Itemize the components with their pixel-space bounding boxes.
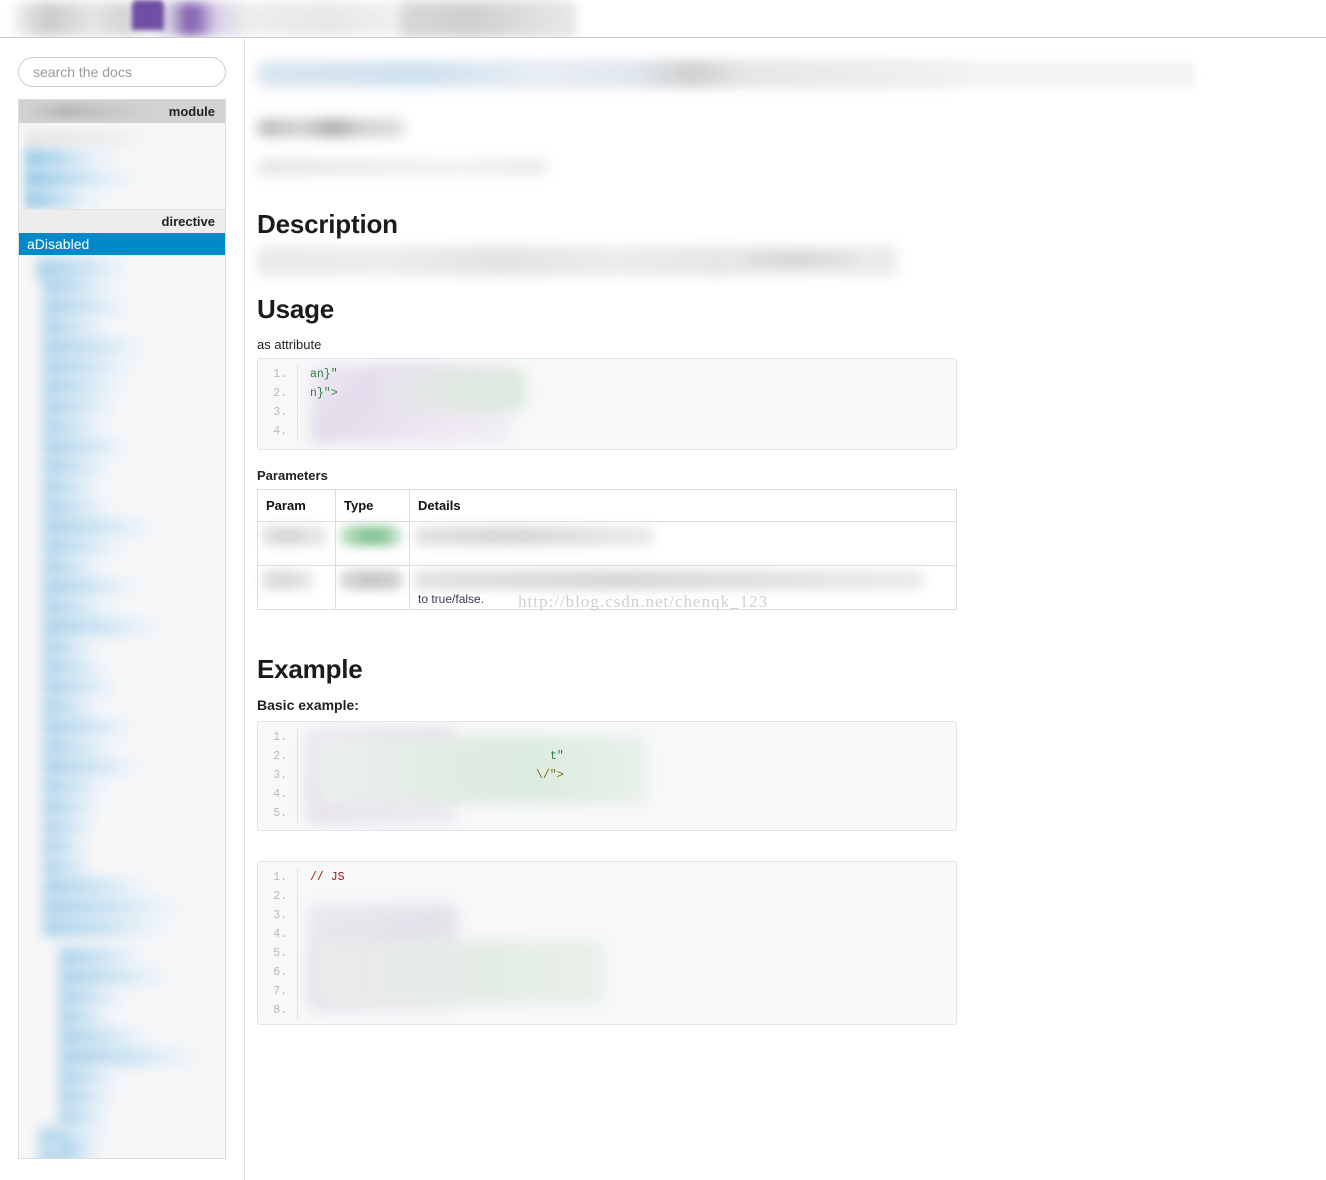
code-line-number: 1. [258, 365, 298, 384]
code-line-number: 5. [258, 944, 298, 963]
parameters-heading: Parameters [257, 468, 328, 483]
search-container [0, 39, 244, 99]
param-blurred-value [262, 570, 314, 590]
code-line-number: 2. [258, 747, 298, 766]
code-line: 8. [258, 1001, 956, 1020]
cell-type [335, 521, 410, 566]
example-heading: Example [257, 654, 363, 684]
table-header-row: Param Type Details [257, 489, 957, 522]
sidebar-item-adisabled[interactable]: aDisabled [19, 233, 225, 255]
code-line: 7. [258, 982, 956, 1001]
main-content: Description Usage as attribute 1. an}" 2… [245, 39, 1326, 1180]
code-line-number: 2. [258, 887, 298, 906]
code-line-text: \/"> [536, 769, 564, 782]
code-line-number: 7. [258, 982, 298, 1001]
code-line-number: 5. [258, 804, 298, 823]
doc-body: Description Usage as attribute 1. an}" 2… [245, 39, 1245, 1025]
usage-attribute-label: as attribute [257, 337, 322, 352]
browser-tab-secondary[interactable] [400, 2, 576, 36]
code-line-number: 3. [258, 766, 298, 785]
table-row [257, 521, 957, 566]
code-line: 5. [258, 944, 956, 963]
page-title-blurred [257, 61, 957, 87]
code-line-number: 1. [258, 868, 298, 887]
code-line: 1. // JS [258, 868, 956, 887]
usage-code-block[interactable]: 1. an}" 2. n}"> 3. 4. [257, 358, 957, 450]
description-heading: Description [257, 209, 398, 239]
nav-group-header-directive: directive [19, 209, 225, 233]
code-line-number: 6. [258, 963, 298, 982]
code-line: 4. [258, 925, 956, 944]
code-line-text: t" [550, 750, 564, 763]
code-line: 5. [258, 804, 956, 823]
page-meta-blurred [257, 159, 547, 175]
code-line-text: an}" [310, 368, 338, 381]
description-body-blurred [257, 246, 897, 276]
code-line-number: 1. [258, 728, 298, 747]
code-line: 1. an}" [258, 365, 956, 384]
example-js-code-block[interactable]: 1. // JS 2. 3. 4. 5. 6. 7. 8. [257, 861, 957, 1025]
description-tail-fragment [747, 252, 857, 266]
code-line: 3. \/"> [258, 766, 956, 785]
sidebar-item-label: aDisabled [27, 236, 90, 252]
type-blurred-value [340, 526, 402, 546]
code-line-number: 4. [258, 785, 298, 804]
section-usage: Usage as attribute 1. an}" 2. n}"> 3. 4.… [257, 294, 957, 610]
code-line-number: 8. [258, 1001, 298, 1020]
details-visible-fragment: to true/false. [418, 592, 485, 606]
nav-group-module-blurred-title [27, 105, 157, 118]
usage-heading: Usage [257, 294, 335, 324]
cell-param [257, 521, 336, 566]
code-line-number: 2. [258, 384, 298, 403]
search-input[interactable] [18, 57, 226, 87]
code-line: 3. [258, 906, 956, 925]
nav-group-directive-label: directive [161, 214, 215, 229]
code-line: 4. [258, 785, 956, 804]
cell-param [257, 565, 336, 610]
code-line: 2. n}"> [258, 384, 956, 403]
section-example: Example Basic example: 1. 2. t" 3. \/"> … [257, 654, 957, 1025]
column-header-type: Type [335, 489, 410, 522]
nav-group-header-module: module [19, 100, 225, 123]
details-blurred-value [414, 526, 654, 546]
code-line: 2. t" [258, 747, 956, 766]
type-blurred-value [340, 570, 402, 590]
code-line-number: 3. [258, 906, 298, 925]
column-header-details: Details [409, 489, 957, 522]
cell-type [335, 565, 410, 610]
browser-tab-accent-marker [132, 0, 164, 30]
nav-group-module-label: module [168, 104, 215, 119]
code-line: 2. [258, 887, 956, 906]
sidebar: module directive aDisabled [0, 39, 245, 1180]
example-html-code-block[interactable]: 1. 2. t" 3. \/"> 4. 5. [257, 721, 957, 831]
page-subtitle-blurred [257, 119, 405, 137]
code-line-number: 4. [258, 925, 298, 944]
code-line-text: n}"> [310, 387, 338, 400]
code-line: 1. [258, 728, 956, 747]
code-line: 3. [258, 403, 956, 422]
code-line: 4. [258, 422, 956, 441]
docs-nav: module directive aDisabled [18, 99, 226, 1159]
nav-module-items[interactable] [19, 123, 225, 209]
browser-chrome [0, 0, 1326, 38]
column-header-param: Param [257, 489, 336, 522]
watermark: http://blog.csdn.net/chenqk_123 [518, 592, 769, 611]
code-line-number: 3. [258, 403, 298, 422]
code-line-number: 4. [258, 422, 298, 441]
details-blurred-value [414, 570, 924, 590]
example-basic-label: Basic example: [257, 697, 359, 713]
code-line: 6. [258, 963, 956, 982]
cell-details [409, 521, 957, 566]
param-blurred-value [262, 526, 328, 546]
section-description: Description [257, 209, 897, 276]
nav-directive-items[interactable] [19, 255, 225, 1158]
code-line-text: // JS [310, 871, 345, 884]
